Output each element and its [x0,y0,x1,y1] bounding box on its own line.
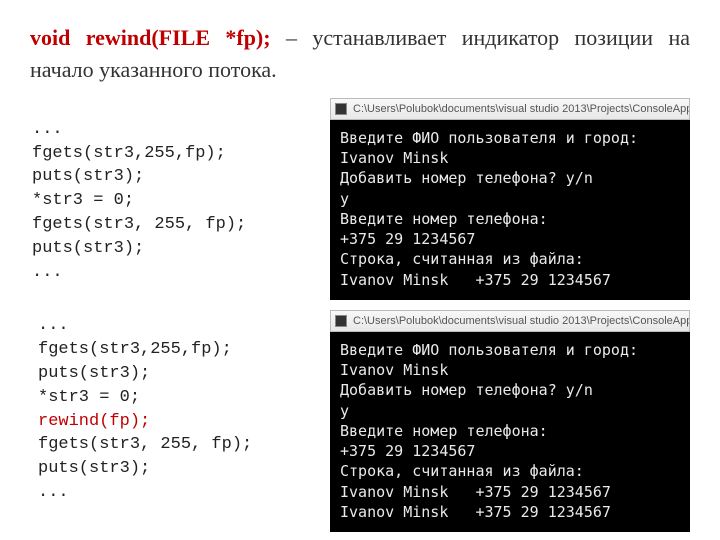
console-icon [335,103,347,115]
console-line: Ivanov Minsk +375 29 1234567 [340,482,680,502]
console-line: y [340,189,680,209]
console-line: +375 29 1234567 [340,441,680,461]
console-line: y [340,401,680,421]
code-block-1: ... fgets(str3,255,fp); puts(str3); *str… [30,118,320,285]
console-window-2: C:\Users\Polubok\documents\visual studio… [330,310,690,532]
code-line: fgets(str3, 255, fp); [38,435,252,454]
code-line: ... [32,120,63,139]
code-line: fgets(str3,255,fp); [38,340,232,359]
function-signature: void rewind(FILE *fp); [30,25,271,50]
console-line: Введите ФИО пользователя и город: [340,128,680,148]
console-body: Введите ФИО пользователя и город:Ivanov … [330,332,690,532]
console-line: Добавить номер телефона? y/n [340,168,680,188]
console-line: Ivanov Minsk [340,148,680,168]
console-title-text: C:\Users\Polubok\documents\visual studio… [353,103,690,115]
console-line: Строка, считанная из файла: [340,461,680,481]
code-line: *str3 = 0; [38,388,140,407]
code-line: fgets(str3, 255, fp); [32,215,246,234]
console-body: Введите ФИО пользователя и город:Ivanov … [330,120,690,300]
code-line: *str3 = 0; [32,191,134,210]
code-line: puts(str3); [38,459,150,478]
console-line: Строка, считанная из файла: [340,249,680,269]
console-line: Ivanov Minsk [340,360,680,380]
slide-root: void rewind(FILE *fp); – устанавливает и… [0,0,720,540]
heading: void rewind(FILE *fp); – устанавливает и… [30,22,690,86]
console-line: Введите ФИО пользователя и город: [340,340,680,360]
console-line: Введите номер телефона: [340,209,680,229]
console-line: Ivanov Minsk +375 29 1234567 [340,270,680,290]
code-line: ... [32,263,63,282]
console-line: +375 29 1234567 [340,229,680,249]
console-icon [335,315,347,327]
code-line: puts(str3); [38,364,150,383]
right-column: C:\Users\Polubok\documents\visual studio… [330,98,690,532]
code-line-rewind: rewind(fp); [38,412,150,431]
content-columns: ... fgets(str3,255,fp); puts(str3); *str… [30,98,690,532]
console-titlebar: C:\Users\Polubok\documents\visual studio… [330,98,690,120]
code-block-2: ... fgets(str3,255,fp); puts(str3); *str… [30,314,320,504]
console-line: Введите номер телефона: [340,421,680,441]
code-line: puts(str3); [32,239,144,258]
console-line: Добавить номер телефона? y/n [340,380,680,400]
console-titlebar: C:\Users\Polubok\documents\visual studio… [330,310,690,332]
console-line: Ivanov Minsk +375 29 1234567 [340,502,680,522]
console-window-1: C:\Users\Polubok\documents\visual studio… [330,98,690,300]
code-line: fgets(str3,255,fp); [32,144,226,163]
code-line: ... [38,316,69,335]
console-title-text: C:\Users\Polubok\documents\visual studio… [353,315,690,327]
code-line: puts(str3); [32,167,144,186]
code-line: ... [38,483,69,502]
left-column: ... fgets(str3,255,fp); puts(str3); *str… [30,98,320,532]
